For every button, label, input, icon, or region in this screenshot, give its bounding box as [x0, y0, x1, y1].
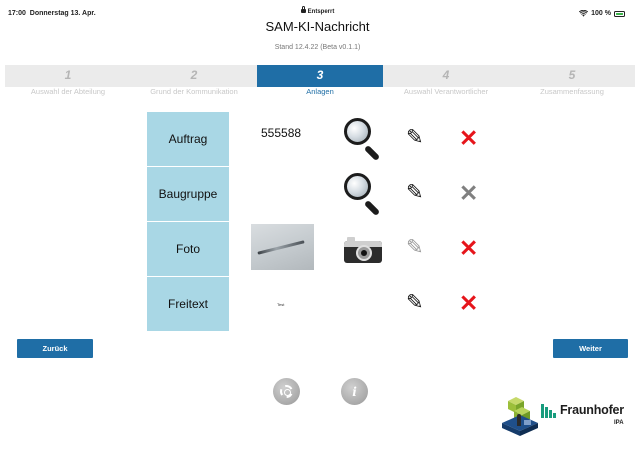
lock-icon — [300, 6, 306, 13]
fraunhofer-logo: Fraunhofer IPA — [541, 401, 635, 431]
fraunhofer-mark-icon — [541, 404, 556, 418]
auftrag-search-icon[interactable] — [344, 118, 384, 162]
status-bar: 17:00 Donnerstag 13. Apr. Entsperrt 100 … — [0, 0, 635, 20]
baugruppe-button[interactable]: Baugruppe — [147, 167, 229, 221]
wifi-icon — [579, 10, 589, 17]
status-right: 100 % — [579, 10, 625, 17]
gear-icon — [280, 385, 293, 398]
step-5[interactable]: 5 — [509, 65, 635, 87]
foto-thumbnail[interactable] — [251, 224, 314, 270]
step-3[interactable]: 3 — [257, 65, 383, 87]
next-button[interactable]: Weiter — [553, 339, 628, 358]
fraunhofer-sub: IPA — [614, 420, 624, 426]
battery-text: 100 % — [591, 10, 611, 17]
stepper-labels: Auswahl der Abteilung Grund der Kommunik… — [5, 87, 635, 96]
freitext-button[interactable]: Freitext — [147, 277, 229, 331]
auftrag-delete-icon[interactable]: ✕ — [459, 127, 478, 150]
step-3-label: Anlagen — [306, 87, 334, 96]
step-1[interactable]: 1 — [5, 65, 131, 87]
lock-status: Entsperrt — [0, 6, 635, 15]
back-button[interactable]: Zurück — [17, 339, 93, 358]
foto-delete-icon[interactable]: ✕ — [459, 237, 478, 260]
foto-button[interactable]: Foto — [147, 222, 229, 276]
freitext-edit-icon[interactable]: ✎ — [406, 292, 424, 313]
lock-status-text: Entsperrt — [307, 9, 335, 15]
camera-icon[interactable] — [344, 237, 382, 263]
foto-edit-icon[interactable]: ✎ — [406, 237, 424, 258]
baugruppe-edit-icon[interactable]: ✎ — [406, 182, 424, 203]
auftrag-edit-icon[interactable]: ✎ — [406, 127, 424, 148]
auftrag-value: 555588 — [261, 126, 302, 140]
step-4[interactable]: 4 — [383, 65, 509, 87]
auftrag-button[interactable]: Auftrag — [147, 112, 229, 166]
fraunhofer-brand: Fraunhofer — [560, 403, 624, 417]
sam-logo-icon — [502, 397, 538, 436]
step-2-label: Grund der Kommunikation — [150, 87, 238, 96]
step-2[interactable]: 2 — [131, 65, 257, 87]
baugruppe-search-icon[interactable] — [344, 173, 384, 217]
freitext-delete-icon[interactable]: ✕ — [459, 292, 478, 315]
step-4-label: Auswahl Verantwortlicher — [403, 87, 489, 96]
info-button[interactable]: i — [341, 378, 368, 405]
info-icon: i — [352, 384, 357, 399]
step-5-label: Zusammenfassung — [540, 87, 604, 96]
step-1-label: Auswahl der Abteilung — [30, 87, 106, 96]
baugruppe-delete-icon[interactable]: ✕ — [459, 182, 478, 205]
stepper: 1 2 3 4 5 — [5, 65, 635, 87]
page-title: SAM-KI-Nachricht — [265, 19, 370, 34]
page-subtitle: Stand 12.4.22 (Beta v0.1.1) — [274, 44, 361, 51]
settings-button[interactable] — [273, 378, 300, 405]
freitext-value: Test — [277, 302, 285, 307]
battery-icon — [614, 10, 625, 17]
